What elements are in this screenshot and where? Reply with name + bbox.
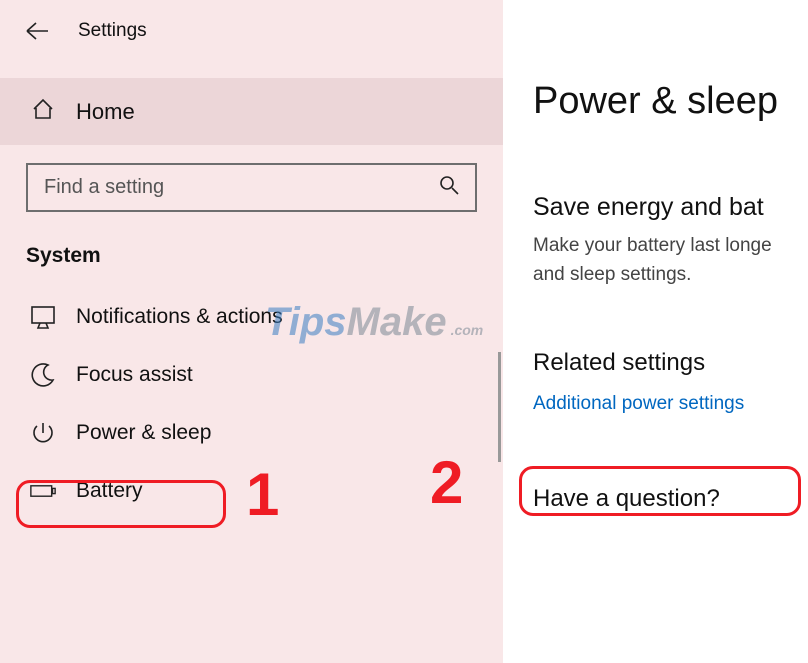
nav-power-label: Power & sleep (76, 421, 211, 445)
nav-focus-assist[interactable]: Focus assist (0, 346, 503, 404)
nav-focus-label: Focus assist (76, 363, 193, 387)
page-title: Power & sleep (533, 80, 808, 123)
content-pane: Power & sleep Save energy and bat Make y… (503, 0, 808, 663)
nav-battery-label: Battery (76, 479, 143, 503)
save-energy-heading: Save energy and bat (533, 193, 808, 222)
power-icon (30, 420, 56, 446)
nav-notifications[interactable]: Notifications & actions (0, 288, 503, 346)
home-icon (30, 96, 56, 127)
category-heading: System (0, 216, 503, 288)
search-icon (439, 175, 459, 200)
related-settings-heading: Related settings (533, 349, 808, 377)
scroll-indicator (498, 352, 501, 462)
settings-app: Settings Home System Notifications & act… (0, 0, 808, 663)
notifications-icon (30, 304, 56, 330)
nav-notifications-label: Notifications & actions (76, 305, 283, 329)
back-icon[interactable] (24, 20, 50, 42)
annotation-number-2: 2 (430, 448, 463, 517)
search-container (0, 145, 503, 216)
moon-icon (30, 362, 56, 388)
save-energy-text: Make your battery last longe and sleep s… (533, 232, 808, 289)
battery-icon (30, 478, 56, 504)
nav-power-sleep[interactable]: Power & sleep (0, 404, 503, 462)
nav-home[interactable]: Home (0, 78, 503, 145)
have-question-heading: Have a question? (533, 485, 808, 513)
nav-home-label: Home (76, 99, 135, 125)
additional-power-settings-link[interactable]: Additional power settings (533, 393, 744, 415)
search-input[interactable] (44, 176, 397, 199)
annotation-number-1: 1 (246, 460, 279, 529)
app-title: Settings (78, 20, 147, 42)
search-box[interactable] (26, 163, 477, 212)
titlebar: Settings (0, 6, 503, 50)
sidebar: Settings Home System Notifications & act… (0, 0, 503, 663)
